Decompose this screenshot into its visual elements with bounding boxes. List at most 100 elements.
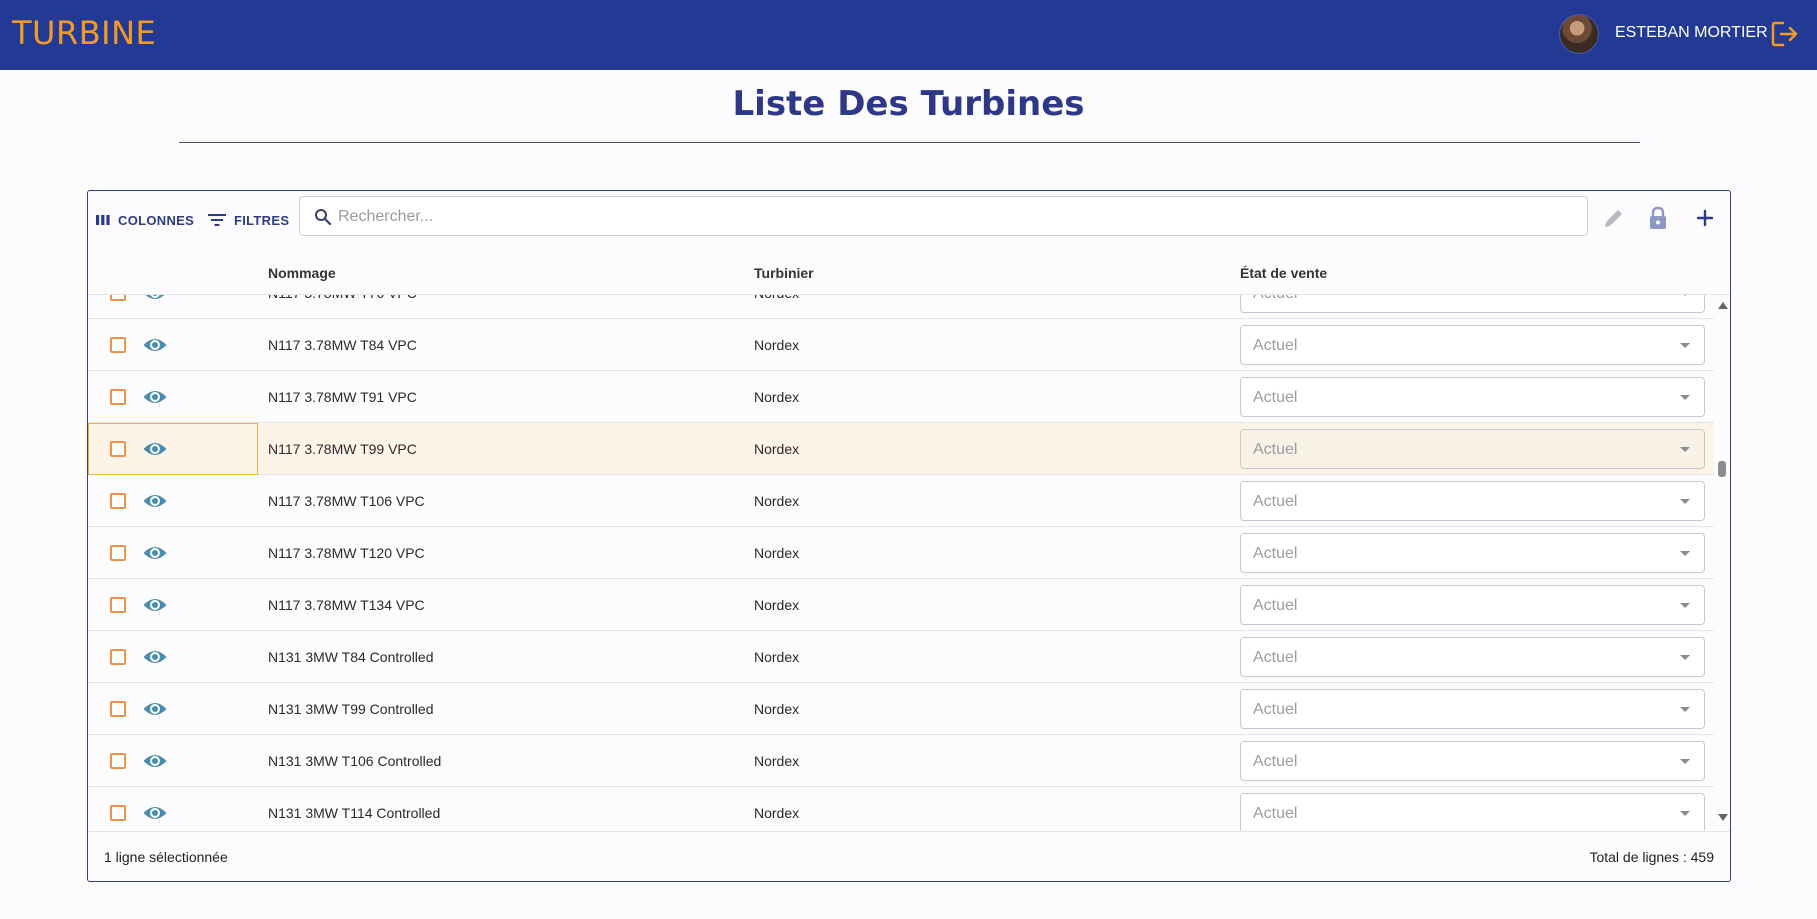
table-row[interactable]: N117 3.78MW T84 VPC Nordex Actuel [88, 319, 1714, 371]
top-app-bar: TURBINE ESTEBAN MORTIER [0, 0, 1817, 70]
eye-icon[interactable] [142, 646, 168, 668]
scroll-down-arrow-icon[interactable] [1718, 814, 1728, 821]
columns-label: COLONNES [118, 212, 195, 228]
sale-state-select[interactable]: Actuel [1240, 295, 1705, 313]
avatar[interactable] [1559, 14, 1599, 54]
row-checkbox[interactable] [110, 441, 126, 457]
sale-state-value: Actuel [1253, 649, 1298, 666]
column-header-name[interactable]: Nommage [268, 265, 336, 281]
total-rows: Total de lignes : 459 [1589, 849, 1714, 865]
chevron-down-icon [1680, 811, 1690, 816]
cell-name: N117 3.78MW T99 VPC [268, 441, 417, 457]
search-input[interactable] [338, 205, 1578, 229]
sale-state-value: Actuel [1253, 805, 1298, 822]
chevron-down-icon [1680, 759, 1690, 764]
sale-state-select[interactable]: Actuel [1240, 793, 1705, 831]
vertical-scrollbar[interactable] [1714, 295, 1730, 831]
row-checkbox[interactable] [110, 753, 126, 769]
scroll-up-arrow-icon[interactable] [1718, 302, 1728, 309]
cell-maker: Nordex [754, 441, 800, 457]
cell-name: N117 3.78MW T91 VPC [268, 389, 417, 405]
logout-icon[interactable] [1769, 18, 1801, 50]
cell-name: N117 3.78MW T106 VPC [268, 493, 425, 509]
table-row[interactable]: N117 3.78MW T91 VPC Nordex Actuel [88, 371, 1714, 423]
sale-state-select[interactable]: Actuel [1240, 325, 1705, 365]
sale-state-value: Actuel [1253, 337, 1298, 354]
chevron-down-icon [1680, 343, 1690, 348]
row-checkbox[interactable] [110, 805, 126, 821]
eye-icon[interactable] [142, 750, 168, 772]
search-icon [315, 209, 332, 226]
turbines-data-grid: COLONNES FILTRES Nommage Turbinier État … [87, 190, 1731, 882]
chevron-down-icon [1680, 499, 1690, 504]
eye-icon[interactable] [142, 386, 168, 408]
pencil-icon[interactable] [1601, 205, 1627, 231]
sale-state-select[interactable]: Actuel [1240, 377, 1705, 417]
eye-icon[interactable] [142, 542, 168, 564]
sale-state-select[interactable]: Actuel [1240, 637, 1705, 677]
sale-state-select[interactable]: Actuel [1240, 585, 1705, 625]
eye-icon[interactable] [142, 295, 168, 304]
sale-state-select[interactable]: Actuel [1240, 429, 1705, 469]
chevron-down-icon [1680, 603, 1690, 608]
cell-name: N131 3MW T106 Controlled [268, 753, 442, 769]
row-checkbox[interactable] [110, 389, 126, 405]
column-header-maker[interactable]: Turbinier [754, 265, 814, 281]
table-row[interactable]: N117 3.78MW T120 VPC Nordex Actuel [88, 527, 1714, 579]
row-checkbox[interactable] [110, 701, 126, 717]
eye-icon[interactable] [142, 490, 168, 512]
sale-state-value: Actuel [1253, 493, 1298, 510]
eye-icon[interactable] [142, 698, 168, 720]
sale-state-select[interactable]: Actuel [1240, 689, 1705, 729]
columns-button[interactable]: COLONNES [96, 209, 194, 231]
sale-state-select[interactable]: Actuel [1240, 481, 1705, 521]
eye-icon[interactable] [142, 438, 168, 460]
row-checkbox[interactable] [110, 295, 126, 301]
row-checkbox[interactable] [110, 649, 126, 665]
cell-maker: Nordex [754, 597, 800, 613]
column-header-sale-state[interactable]: État de vente [1240, 265, 1327, 281]
cell-maker: Nordex [754, 805, 800, 821]
cell-maker: Nordex [754, 389, 800, 405]
lock-icon[interactable] [1645, 205, 1671, 231]
cell-name: N117 3.78MW T76 VPC [268, 295, 417, 301]
row-checkbox[interactable] [110, 493, 126, 509]
table-row[interactable]: N131 3MW T106 Controlled Nordex Actuel [88, 735, 1714, 787]
eye-icon[interactable] [142, 334, 168, 356]
table-row[interactable]: N117 3.78MW T76 VPC Nordex Actuel [88, 295, 1714, 319]
rows-container: N117 3.78MW T76 VPC Nordex Actuel N117 3… [88, 295, 1714, 831]
row-checkbox[interactable] [110, 545, 126, 561]
cell-maker: Nordex [754, 493, 800, 509]
sale-state-select[interactable]: Actuel [1240, 533, 1705, 573]
view-column-icon [96, 215, 110, 225]
brand-logo[interactable]: TURBINE [12, 14, 156, 52]
sale-state-select[interactable]: Actuel [1240, 741, 1705, 781]
eye-icon[interactable] [142, 802, 168, 824]
sale-state-value: Actuel [1253, 753, 1298, 770]
table-row[interactable]: N131 3MW T84 Controlled Nordex Actuel [88, 631, 1714, 683]
search-box [299, 196, 1588, 236]
chevron-down-icon [1680, 655, 1690, 660]
plus-icon[interactable] [1692, 205, 1718, 231]
grid-footer: 1 ligne sélectionnée Total de lignes : 4… [88, 831, 1730, 881]
chevron-down-icon [1680, 551, 1690, 556]
scrollbar-thumb[interactable] [1718, 461, 1726, 477]
filter-icon [208, 214, 226, 226]
row-checkbox[interactable] [110, 337, 126, 353]
sale-state-value: Actuel [1253, 389, 1298, 406]
row-checkbox[interactable] [110, 597, 126, 613]
selected-count: 1 ligne sélectionnée [104, 849, 228, 865]
sale-state-value: Actuel [1253, 295, 1297, 303]
table-row[interactable]: N131 3MW T99 Controlled Nordex Actuel [88, 683, 1714, 735]
chevron-down-icon [1680, 295, 1690, 296]
filters-button[interactable]: FILTRES [208, 209, 289, 231]
sale-state-value: Actuel [1253, 597, 1298, 614]
table-row[interactable]: N117 3.78MW T134 VPC Nordex Actuel [88, 579, 1714, 631]
table-row[interactable]: N117 3.78MW T106 VPC Nordex Actuel [88, 475, 1714, 527]
cell-maker: Nordex [754, 753, 800, 769]
eye-icon[interactable] [142, 594, 168, 616]
sale-state-value: Actuel [1253, 545, 1298, 562]
table-row[interactable]: N117 3.78MW T99 VPC Nordex Actuel [88, 423, 1714, 475]
table-row[interactable]: N131 3MW T114 Controlled Nordex Actuel [88, 787, 1714, 831]
cell-name: N117 3.78MW T84 VPC [268, 337, 417, 353]
